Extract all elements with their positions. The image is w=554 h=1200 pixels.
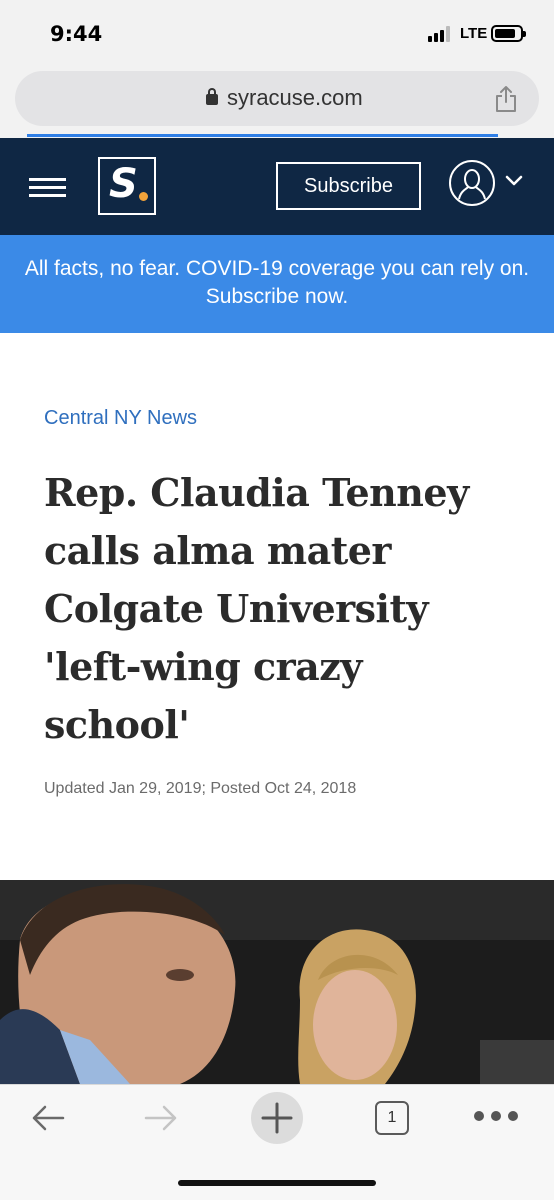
user-account-icon[interactable] [448,159,496,207]
address-bar[interactable]: syracuse.com [15,71,539,126]
forward-arrow-icon[interactable] [143,1103,179,1133]
battery-icon [491,25,526,42]
article-dateline: Updated Jan 29, 2019; Posted Oct 24, 201… [44,780,357,797]
home-indicator[interactable] [178,1180,376,1186]
tab-switcher-button[interactable]: 1 [375,1101,409,1135]
status-time: 9:44 [50,22,103,46]
menu-icon[interactable] [29,178,66,198]
url-text[interactable]: syracuse.com [227,85,363,111]
section-link[interactable]: Central NY News [44,407,197,430]
subscribe-button[interactable]: Subscribe [276,162,421,210]
chevron-down-icon[interactable] [504,174,524,188]
logo-letter: S [109,161,138,207]
back-arrow-icon[interactable] [30,1103,66,1133]
plus-icon [261,1102,293,1134]
site-logo[interactable]: S [98,157,156,215]
network-type: LTE [460,25,488,42]
signal-strength-icon [428,26,454,42]
article-headline: Rep. Claudia Tenney calls alma mater Col… [44,470,469,747]
logo-dot [139,192,148,201]
more-options-icon[interactable] [474,1109,518,1123]
page-load-progress [27,134,498,137]
share-icon[interactable] [493,85,519,113]
status-bar: 9:44 LTE [0,0,554,66]
covid-subscribe-banner[interactable]: All facts, no fear. COVID-19 coverage yo… [0,235,554,333]
browser-url-area: syracuse.com [0,66,554,138]
site-header: S Subscribe [0,138,554,235]
lock-icon [206,88,218,105]
article-photo[interactable] [0,880,554,1084]
new-tab-button[interactable] [251,1092,303,1144]
